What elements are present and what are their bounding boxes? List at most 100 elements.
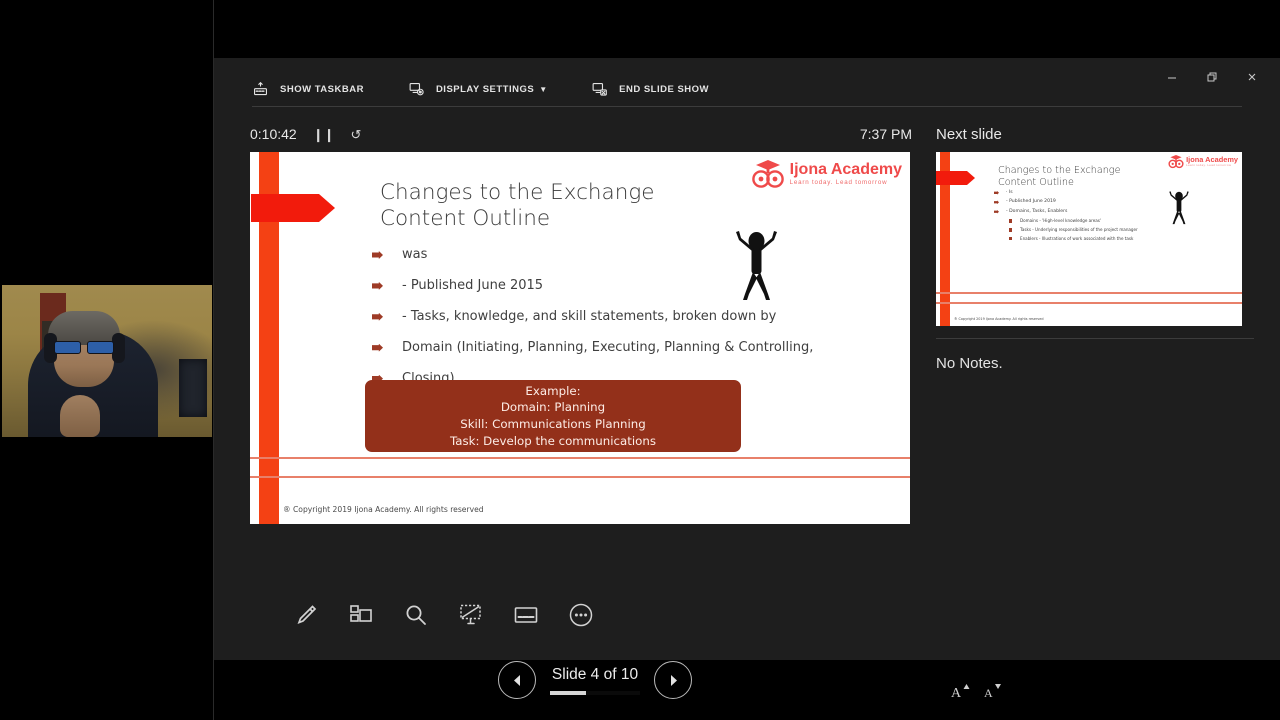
all-slides-button[interactable] — [341, 596, 380, 635]
slide-divider-top — [250, 457, 910, 459]
decrease-font-button[interactable]: A — [976, 676, 1008, 706]
next-slide-label: Next slide — [936, 125, 1002, 143]
zoom-slide-button[interactable] — [396, 596, 435, 635]
slide-counter-wrap: Slide 4 of 10 — [550, 666, 640, 695]
callout-line: Domain: Planning — [500, 400, 606, 415]
list-item: Enablers - Illustrations of work associa… — [994, 236, 1184, 241]
more-options-button[interactable] — [561, 596, 600, 635]
glasses-icon — [54, 341, 114, 354]
next-slide-panel: Next slide Ijona Academy Learn today. Le… — [936, 120, 1256, 700]
pen-tool-button[interactable] — [286, 596, 325, 635]
subtitles-icon — [513, 602, 539, 628]
pause-timer-button[interactable]: ❙❙ — [313, 128, 335, 141]
show-taskbar-button[interactable]: SHOW TASKBAR — [252, 74, 364, 104]
window-chrome: SHOW TASKBAR DISPLAY SETTINGS ▼ END SLID… — [214, 58, 1280, 700]
bullet-square-icon — [1009, 237, 1013, 241]
end-slide-show-button[interactable]: END SLIDE SHOW — [591, 74, 709, 104]
status-row: 0:10:42 ❙❙ ↺ 7:37 PM — [250, 120, 912, 148]
thumb-title: Changes to the Exchange Content Outline — [998, 165, 1121, 188]
chevron-down-icon: ▼ — [539, 84, 548, 94]
display-settings-icon — [408, 81, 425, 98]
ijona-academy-logo: Ijona Academy Learn today. Lead tomorrow — [751, 156, 902, 192]
previous-slide-button[interactable] — [498, 661, 536, 699]
list-item-text: - Published June 2015 — [402, 277, 544, 293]
display-settings-label: DISPLAY SETTINGS — [435, 83, 535, 95]
slide-counter: Slide 4 of 10 — [551, 665, 639, 683]
list-item-text: · Is — [1006, 190, 1013, 195]
thumb-divider-bottom — [936, 302, 1242, 304]
toolbar-divider — [252, 106, 1242, 107]
owl-graduation-icon — [1168, 154, 1184, 169]
subtitles-button[interactable] — [506, 596, 545, 635]
list-item-text: Tasks - Underlying responsibilities of t… — [1020, 227, 1138, 233]
black-screen-button[interactable] — [451, 596, 490, 635]
bullet-arrow-icon — [994, 191, 999, 195]
zoom-icon — [403, 602, 429, 628]
minimize-button[interactable] — [1152, 64, 1192, 90]
notes-font-buttons: A A — [944, 676, 1008, 706]
bullet-arrow-icon — [372, 281, 383, 290]
pen-icon — [293, 602, 319, 628]
slide-title: Changes to the Exchange Content Outline — [380, 180, 655, 232]
current-slide[interactable]: Ijona Academy Learn today. Lead tomorrow… — [250, 152, 910, 524]
thumb-logo-tagline: Learn today. Lead tomorrow — [1186, 163, 1232, 168]
bullet-arrow-icon — [372, 251, 383, 259]
wall-picture-right — [179, 359, 207, 417]
increase-font-button[interactable]: A — [944, 676, 976, 706]
thumb-stick-figure — [1164, 188, 1194, 226]
close-button[interactable] — [1232, 64, 1272, 90]
svg-text:A: A — [984, 686, 993, 700]
end-slide-show-label: END SLIDE SHOW — [619, 83, 710, 95]
window-controls — [1152, 64, 1272, 90]
presenter-hand — [60, 395, 100, 437]
slide-arrow-shape — [251, 193, 336, 223]
presenter-hair — [48, 311, 120, 345]
thumb-logo-name: Ijona Academy — [1186, 154, 1238, 164]
more-options-icon — [568, 602, 594, 628]
webcam-panel — [0, 0, 214, 720]
slide-tools-row — [286, 590, 616, 640]
bullet-arrow-icon — [994, 209, 999, 214]
show-taskbar-icon — [252, 81, 269, 98]
thumb-divider-top — [936, 292, 1242, 294]
example-callout-box: Example: Domain: Planning Skill: Communi… — [365, 380, 741, 452]
display-settings-button[interactable]: DISPLAY SETTINGS ▼ — [408, 74, 547, 104]
restore-button[interactable] — [1192, 64, 1232, 90]
slide-progress-fill — [550, 690, 586, 695]
presentation-timer: 0:10:42 — [250, 126, 297, 142]
bullet-arrow-icon — [372, 343, 383, 352]
current-time: 7:37 PM — [859, 126, 912, 142]
logo-tagline: Learn today. Lead tomorrow — [789, 178, 888, 186]
list-item: Domain (Initiating, Planning, Executing,… — [372, 340, 827, 357]
slide-divider-bottom — [250, 476, 910, 478]
stick-figure-image — [725, 224, 788, 304]
callout-line: Example: — [525, 383, 581, 398]
bullet-square-icon — [1009, 228, 1013, 232]
list-item-text: Domains - 'High-level knowledge areas' — [1020, 218, 1102, 224]
list-item-text: - Tasks, knowledge, and skill statements… — [402, 308, 777, 324]
notes-text: No Notes. — [936, 355, 1003, 372]
list-item-text: was — [402, 247, 428, 262]
slide-progress-bar[interactable] — [550, 690, 640, 695]
list-item: - Tasks, knowledge, and skill statements… — [372, 309, 827, 326]
reset-timer-button[interactable]: ↺ — [351, 128, 362, 141]
webcam-video-feed — [2, 285, 212, 437]
owl-graduation-icon — [751, 160, 784, 188]
thumb-copyright: ® Copyright 2019 Ijona Academy. All righ… — [954, 317, 1044, 321]
thumb-arrow-shape — [936, 171, 976, 185]
black-screen-icon — [458, 602, 484, 628]
list-item: - Published June 2019 — [994, 199, 1184, 205]
list-item: Tasks - Underlying responsibilities of t… — [994, 227, 1184, 232]
thumb-logo: Ijona Academy Learn today. Lead tomorrow — [1168, 154, 1238, 169]
presenter-toolbar: SHOW TASKBAR DISPLAY SETTINGS ▼ END SLID… — [252, 74, 753, 104]
list-item: Domains - 'High-level knowledge areas' — [994, 218, 1184, 223]
svg-text:A: A — [951, 686, 962, 700]
next-slide-button[interactable] — [654, 661, 692, 699]
slide-navigation: Slide 4 of 10 — [480, 650, 710, 710]
bullet-square-icon — [1009, 219, 1013, 223]
end-slide-show-icon — [591, 81, 608, 98]
list-item-text: Enablers - Illustrations of work associa… — [1020, 236, 1134, 242]
all-slides-icon — [348, 602, 374, 628]
next-slide-thumbnail[interactable]: Ijona Academy Learn today. Lead tomorrow… — [936, 152, 1242, 326]
list-item: - Domains, Tasks, Enablers — [994, 209, 1184, 215]
